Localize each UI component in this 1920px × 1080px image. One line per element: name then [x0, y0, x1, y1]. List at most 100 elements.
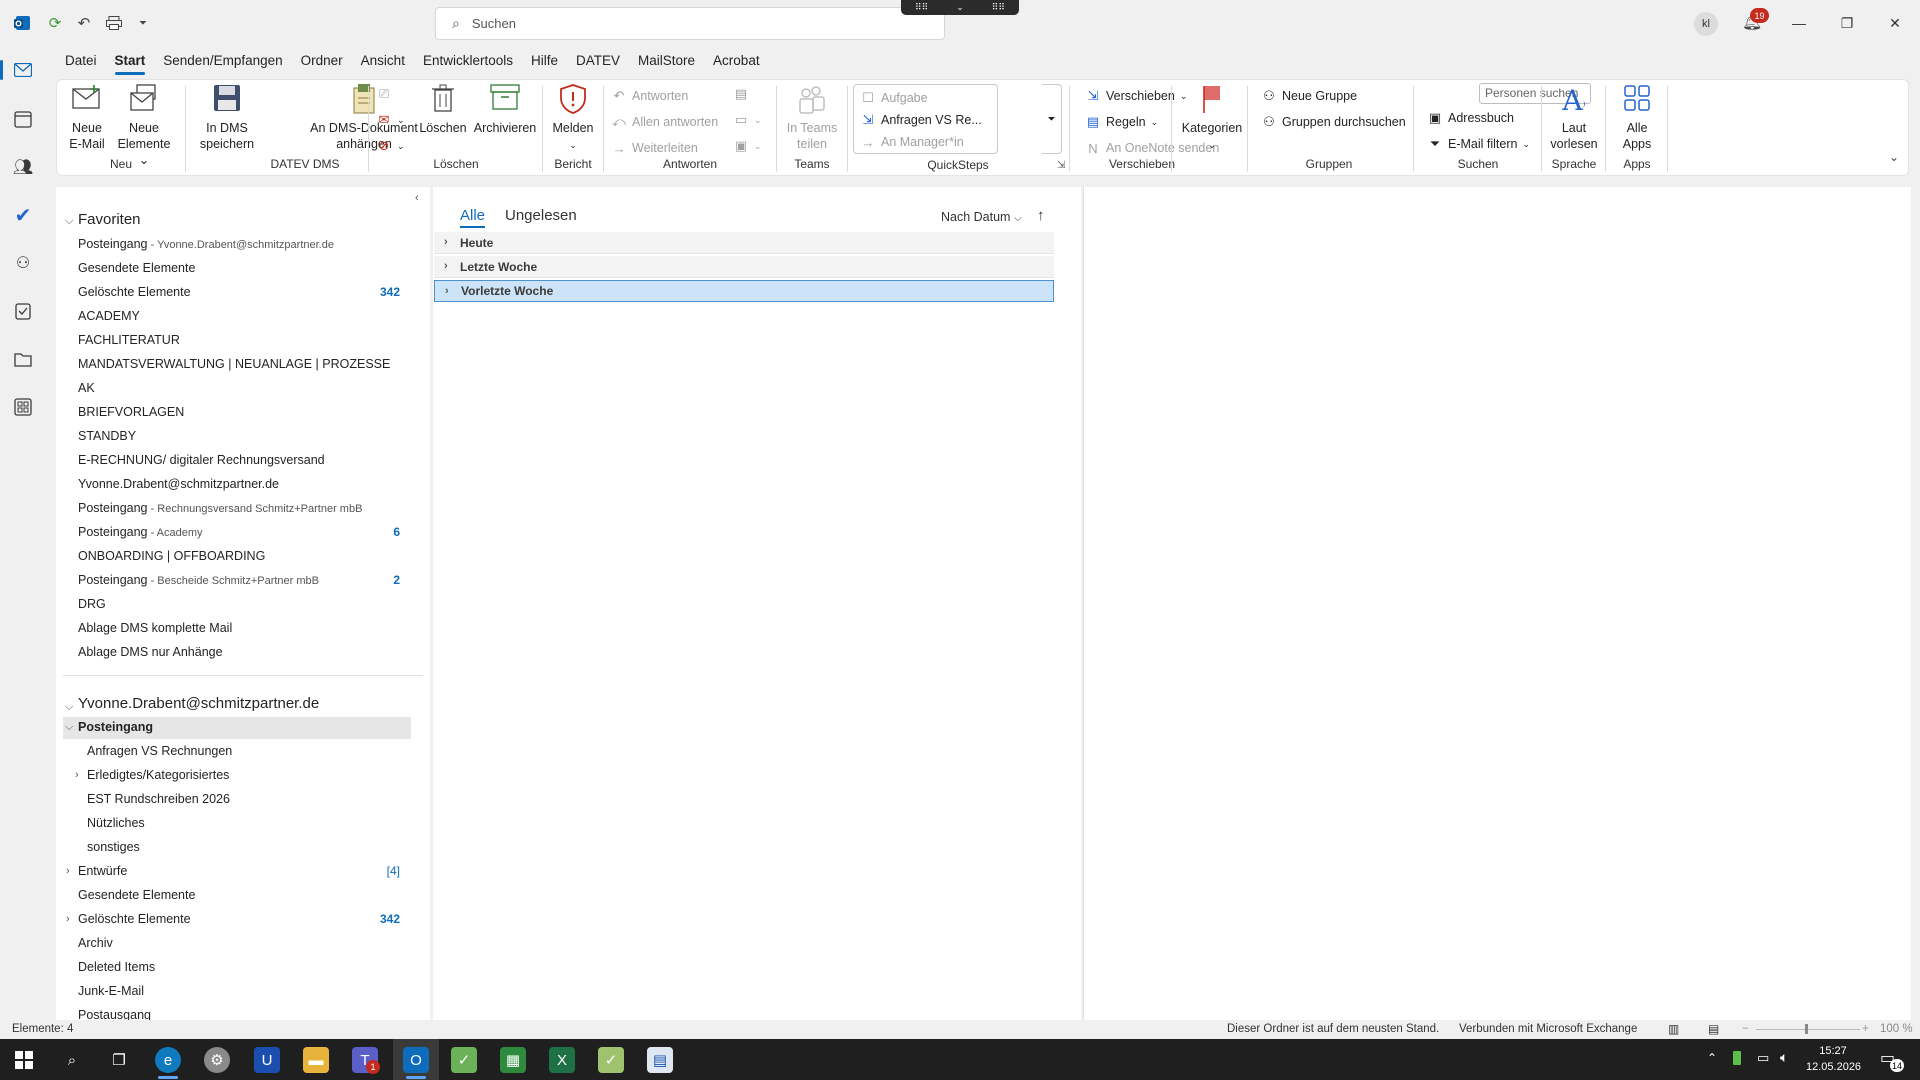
- quicksteps-dialog-launcher-icon[interactable]: ⇲: [1057, 160, 1065, 171]
- favorite-folder-item[interactable]: DRG: [78, 597, 106, 611]
- account-folder-item[interactable]: Entwürfe: [78, 864, 127, 878]
- zoom-slider[interactable]: [1756, 1029, 1860, 1030]
- account-folder-item[interactable]: Deleted Items: [78, 960, 155, 974]
- account-folder-item[interactable]: Gesendete Elemente: [78, 888, 195, 902]
- tab-senden-empfangen[interactable]: Senden/Empfangen: [154, 50, 291, 74]
- chevron-right-icon[interactable]: ›: [66, 913, 70, 925]
- tray-chevron-up-icon[interactable]: ⌃: [1707, 1051, 1717, 1065]
- inbox-subfolder-item[interactable]: Nützliches: [87, 816, 145, 830]
- excel-icon[interactable]: X: [549, 1047, 575, 1073]
- calendar-icon[interactable]: [11, 107, 35, 131]
- close-button[interactable]: ✕: [1884, 12, 1906, 34]
- datev-app-icon[interactable]: ✓: [451, 1047, 477, 1073]
- browse-groups-button[interactable]: ⚇ Gruppen durchsuchen: [1261, 112, 1406, 132]
- favorite-folder-item[interactable]: Posteingang - Academy: [78, 525, 203, 539]
- quickstep-anfragen-vs[interactable]: ⇲ Anfragen VS Re...: [860, 110, 982, 130]
- favorites-header[interactable]: Favoriten: [78, 211, 141, 228]
- archive-button[interactable]: Archivieren: [470, 84, 540, 136]
- junk-button[interactable]: ⊘ ⌄: [376, 136, 405, 156]
- print-icon[interactable]: [103, 12, 125, 34]
- favorite-folder-item[interactable]: MANDATSVERWALTUNG | NEUANLAGE | PROZESSE: [78, 357, 390, 371]
- inbox-subfolder-item[interactable]: sonstiges: [87, 840, 140, 854]
- tab-entwicklertools[interactable]: Entwicklertools: [414, 50, 522, 74]
- search-box[interactable]: ⌕ Suchen: [435, 7, 945, 40]
- group-header-vorletzte-woche[interactable]: › Vorletzte Woche: [434, 280, 1054, 302]
- cleanup-button[interactable]: ✉ ⌄: [376, 110, 405, 130]
- favorite-folder-item[interactable]: ACADEMY: [78, 309, 140, 323]
- tab-all[interactable]: Alle: [460, 207, 486, 228]
- outlook-taskbar-icon[interactable]: O: [403, 1047, 429, 1073]
- tab-acrobat[interactable]: Acrobat: [704, 50, 769, 74]
- read-aloud-button[interactable]: A⁾ Laut vorlesen: [1545, 84, 1603, 152]
- move-button[interactable]: ⇲ Verschieben ⌄: [1085, 86, 1188, 106]
- favorite-folder-item[interactable]: FACHLITERATUR: [78, 333, 180, 347]
- favorite-folder-item[interactable]: ONBOARDING | OFFBOARDING: [78, 549, 265, 563]
- account-folder-item[interactable]: Archiv: [78, 936, 113, 950]
- zoom-out-icon[interactable]: −: [1742, 1023, 1749, 1035]
- task-view-icon[interactable]: ❐: [106, 1047, 132, 1073]
- tab-datei[interactable]: Datei: [56, 50, 106, 74]
- reading-view-icon[interactable]: ▤: [1708, 1022, 1719, 1036]
- tab-hilfe[interactable]: Hilfe: [522, 50, 567, 74]
- favorite-folder-item[interactable]: Posteingang - Rechnungsversand Schmitz+P…: [78, 501, 362, 515]
- spreadsheet-app-icon[interactable]: ▦: [500, 1047, 526, 1073]
- account-folder-item[interactable]: Postausgang: [78, 1008, 151, 1020]
- reply-button[interactable]: ↶ Antworten: [611, 86, 689, 106]
- customize-qat-icon[interactable]: ⏷: [132, 12, 154, 34]
- quickstep-an-manager[interactable]: → An Manager*in: [860, 132, 964, 152]
- tab-datev[interactable]: DATEV: [567, 50, 629, 74]
- tab-unread[interactable]: Ungelesen: [505, 207, 577, 224]
- group-header-letzte-woche[interactable]: › Letzte Woche: [434, 256, 1054, 278]
- meeting-reply-button[interactable]: ▤: [733, 84, 749, 104]
- org-explorer-icon[interactable]: ⚇: [11, 251, 35, 275]
- all-apps-button[interactable]: Alle Apps: [1609, 84, 1665, 152]
- quicksteps-expand-button[interactable]: ⏷: [1042, 84, 1062, 154]
- minimize-button[interactable]: —: [1788, 12, 1810, 34]
- ignore-button[interactable]: ⎚: [376, 84, 392, 104]
- new-email-button[interactable]: Neue E-Mail: [61, 84, 113, 152]
- zoom-in-icon[interactable]: +: [1862, 1023, 1869, 1035]
- tasks-icon[interactable]: [11, 299, 35, 323]
- favorite-folder-item[interactable]: E-RECHNUNG/ digitaler Rechnungsversand: [78, 453, 325, 467]
- favorite-folder-item[interactable]: AK: [78, 381, 95, 395]
- tab-ansicht[interactable]: Ansicht: [352, 50, 414, 74]
- reply-all-button[interactable]: ⤺ Allen antworten: [611, 112, 718, 132]
- filter-email-button[interactable]: ⏷ E-Mail filtern ⌄: [1427, 134, 1530, 154]
- tools-app-icon[interactable]: ⚙: [204, 1047, 230, 1073]
- taskbar-search-icon[interactable]: ⌕: [59, 1047, 85, 1073]
- chevron-down-icon[interactable]: ⌵: [65, 215, 73, 228]
- favorite-folder-item[interactable]: Gesendete Elemente: [78, 261, 195, 275]
- network-tray-icon[interactable]: ▭: [1757, 1050, 1769, 1066]
- forward-button[interactable]: → Weiterleiten: [611, 138, 698, 158]
- chevron-down-icon[interactable]: ⌵: [65, 701, 73, 714]
- file-explorer-icon[interactable]: ▬: [303, 1047, 329, 1073]
- delete-button[interactable]: Löschen: [418, 84, 468, 136]
- account-folder-item[interactable]: Gelöschte Elemente: [78, 912, 191, 926]
- zoom-slider-thumb[interactable]: [1805, 1024, 1808, 1034]
- document-app-icon[interactable]: ▤: [647, 1047, 673, 1073]
- datev-arbeitsplatz-icon[interactable]: ✓: [598, 1047, 624, 1073]
- battery-tray-icon[interactable]: [1733, 1051, 1741, 1065]
- windows-start-icon[interactable]: [11, 1047, 37, 1073]
- volume-tray-icon[interactable]: 🔈︎: [1780, 1049, 1788, 1066]
- edge-icon[interactable]: e: [155, 1047, 181, 1073]
- tab-mailstore[interactable]: MailStore: [629, 50, 704, 74]
- sort-by-date-dropdown[interactable]: Nach Datum ⌵: [941, 210, 1022, 224]
- favorite-folder-item[interactable]: Ablage DMS nur Anhänge: [78, 645, 223, 659]
- im-reply-button[interactable]: ▭ ⌄: [733, 110, 762, 130]
- account-folder-item[interactable]: Junk-E-Mail: [78, 984, 144, 998]
- todo-icon[interactable]: ✔: [11, 203, 35, 227]
- normal-view-icon[interactable]: ▥: [1668, 1022, 1679, 1036]
- ribbon-collapse-icon[interactable]: ⌄: [1889, 150, 1899, 164]
- address-book-button[interactable]: ▣ Adressbuch: [1427, 108, 1514, 128]
- rules-button[interactable]: ▤ Regeln ⌄: [1085, 112, 1158, 132]
- sync-icon[interactable]: ⟳: [44, 12, 66, 34]
- tab-ordner[interactable]: Ordner: [292, 50, 352, 74]
- report-button[interactable]: Melden ⌄: [546, 84, 600, 153]
- group-header-heute[interactable]: › Heute: [434, 232, 1054, 254]
- shield-app-icon[interactable]: U: [254, 1047, 280, 1073]
- favorite-folder-item[interactable]: Ablage DMS komplette Mail: [78, 621, 232, 635]
- tab-start[interactable]: Start: [106, 50, 155, 75]
- favorite-folder-item[interactable]: Yvonne.Drabent@schmitzpartner.de: [78, 477, 279, 491]
- collapse-folder-pane-icon[interactable]: ‹: [415, 192, 419, 204]
